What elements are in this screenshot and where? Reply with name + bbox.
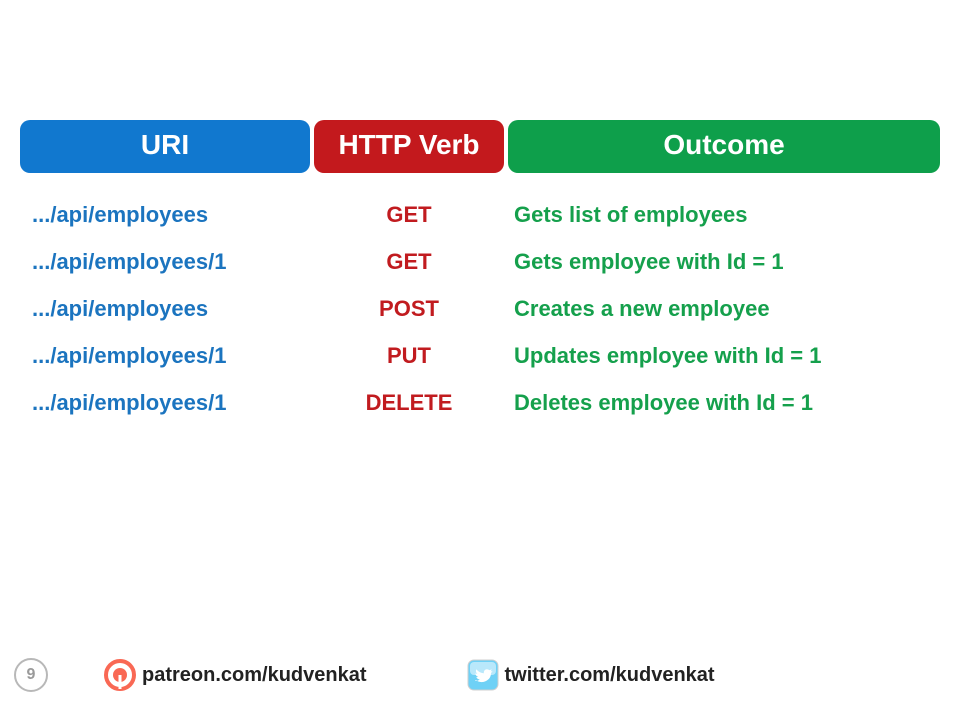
page-number-badge: 9 [14, 658, 48, 692]
header-uri: URI [20, 120, 310, 173]
patreon-label: patreon.com/kudvenkat [142, 664, 367, 687]
slide-footer: 9 patreon.com/kudvenkat twitter.com/kudv… [0, 658, 960, 692]
http-verb-cell: PUT [314, 343, 504, 369]
twitter-icon [467, 659, 499, 691]
uri-cell: .../api/employees/1 [20, 343, 310, 369]
http-verb-cell: POST [314, 296, 504, 322]
uri-cell: .../api/employees [20, 296, 310, 322]
table-row: .../api/employeesPOSTCreates a new emplo… [20, 285, 940, 332]
http-verbs-table: URI HTTP Verb Outcome .../api/employeesG… [20, 120, 940, 426]
uri-cell: .../api/employees [20, 202, 310, 228]
patreon-icon [104, 659, 136, 691]
http-verb-cell: GET [314, 249, 504, 275]
outcome-cell: Gets employee with Id = 1 [508, 249, 940, 275]
header-http-verb: HTTP Verb [314, 120, 504, 173]
outcome-cell: Updates employee with Id = 1 [508, 343, 940, 369]
uri-cell: .../api/employees/1 [20, 249, 310, 275]
table-header-row: URI HTTP Verb Outcome [20, 120, 940, 173]
table-row: .../api/employees/1GETGets employee with… [20, 238, 940, 285]
table-row: .../api/employees/1DELETEDeletes employe… [20, 379, 940, 426]
outcome-cell: Gets list of employees [508, 202, 940, 228]
header-outcome: Outcome [508, 120, 940, 173]
http-verb-cell: DELETE [314, 390, 504, 416]
table-row: .../api/employees/1PUTUpdates employee w… [20, 332, 940, 379]
http-verb-cell: GET [314, 202, 504, 228]
outcome-cell: Deletes employee with Id = 1 [508, 390, 940, 416]
twitter-link[interactable]: twitter.com/kudvenkat [467, 659, 715, 691]
table-row: .../api/employeesGETGets list of employe… [20, 191, 940, 238]
outcome-cell: Creates a new employee [508, 296, 940, 322]
twitter-label: twitter.com/kudvenkat [505, 664, 715, 687]
patreon-link[interactable]: patreon.com/kudvenkat [104, 659, 367, 691]
uri-cell: .../api/employees/1 [20, 390, 310, 416]
